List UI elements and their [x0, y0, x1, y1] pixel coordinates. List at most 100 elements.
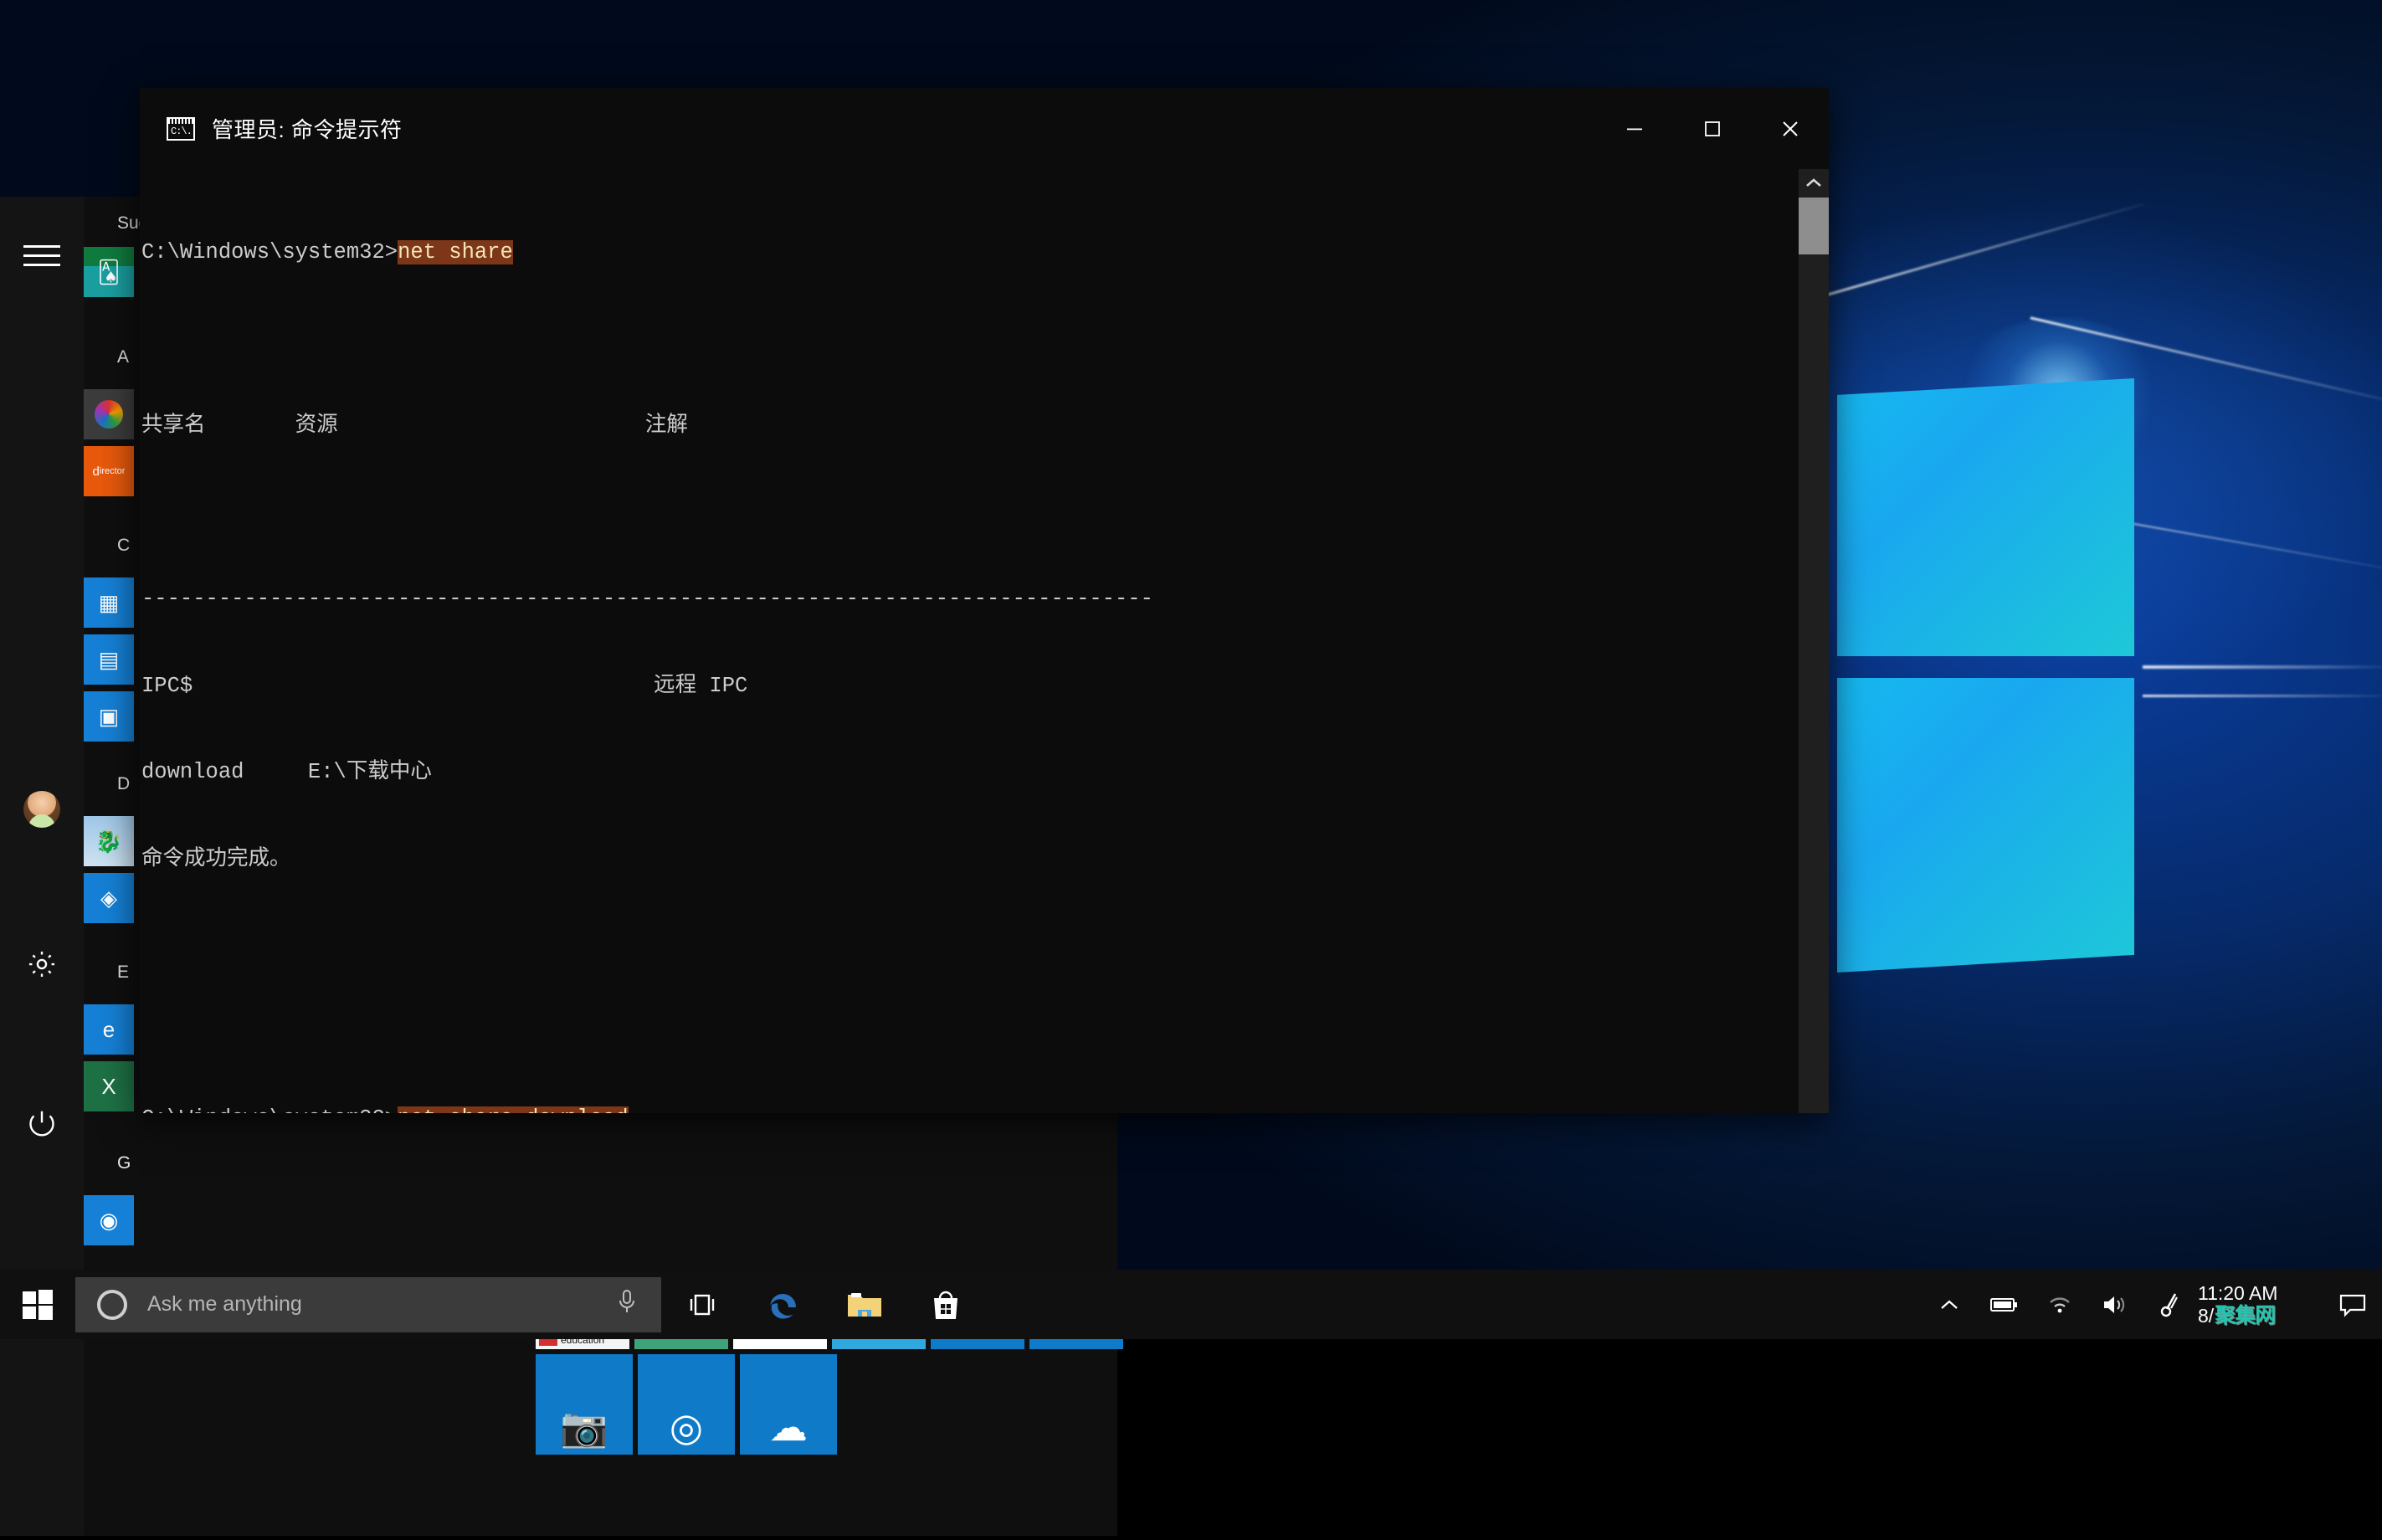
- console-line: [140, 499, 1153, 528]
- console-line: IPC$ 远程 IPC: [140, 672, 1153, 701]
- console-scrollbar[interactable]: [1799, 169, 1829, 1113]
- command-prompt-icon: C:\.: [167, 117, 195, 141]
- power-icon: [27, 1108, 57, 1138]
- alpha-heading-d: D: [117, 774, 130, 794]
- volume-button[interactable]: [2087, 1270, 2143, 1339]
- console-line: C:\Windows\system32>net share download: [140, 1105, 1153, 1113]
- console-command-selected: net share download: [398, 1106, 628, 1113]
- pen-workspace-button[interactable]: [2143, 1270, 2198, 1339]
- command-prompt-window[interactable]: C:\. 管理员: 命令提示符 C:\Windows\system32>net …: [140, 88, 1829, 1113]
- wallpaper-logo-pane: [1837, 678, 2134, 973]
- camera-icon: 📷: [560, 1408, 608, 1446]
- groove-music-icon: ◎: [670, 1408, 703, 1446]
- list-item[interactable]: [84, 389, 134, 439]
- list-item[interactable]: director: [84, 446, 134, 496]
- list-item[interactable]: ▤: [84, 634, 134, 685]
- excel-icon: X: [84, 1061, 134, 1111]
- taskbar[interactable]: Ask me anything: [0, 1270, 2382, 1339]
- show-hidden-icons-button[interactable]: [1922, 1270, 1977, 1339]
- store-button[interactable]: [905, 1270, 986, 1339]
- console-output-area[interactable]: C:\Windows\system32>net share 共享名 资源 注解 …: [140, 169, 1829, 1113]
- store-icon: [931, 1288, 961, 1322]
- wifi-icon: [2047, 1295, 2072, 1315]
- camera-tile[interactable]: 📷: [536, 1354, 633, 1455]
- hamburger-menu-icon[interactable]: [23, 245, 60, 267]
- cortana-circle-icon: [97, 1290, 127, 1320]
- alpha-heading-e: E: [117, 963, 129, 983]
- file-explorer-button[interactable]: [824, 1270, 905, 1339]
- scroll-up-button[interactable]: [1799, 169, 1829, 198]
- gear-icon: [26, 948, 58, 980]
- microphone-icon[interactable]: [618, 1288, 636, 1321]
- groove-music-tile[interactable]: ◎: [638, 1354, 735, 1455]
- window-title: 管理员: 命令提示符: [212, 113, 402, 144]
- list-item[interactable]: 🂡: [84, 247, 134, 297]
- clock-time: 11:20 AM: [2198, 1282, 2277, 1305]
- alpha-heading-g: G: [117, 1153, 131, 1173]
- console-text: C:\Windows\system32>net share 共享名 资源 注解 …: [140, 169, 1153, 1113]
- edge-button[interactable]: [742, 1270, 824, 1339]
- dragon-game-icon: 🐉: [84, 816, 134, 866]
- search-placeholder: Ask me anything: [147, 1292, 302, 1317]
- calculator-icon: ▦: [84, 578, 134, 628]
- list-item[interactable]: ◉: [84, 1195, 134, 1245]
- wallpaper-beam: [2143, 665, 2382, 669]
- wallpaper-logo-pane: [1837, 378, 2134, 656]
- battery-button[interactable]: [1977, 1270, 2032, 1339]
- scroll-up-arrow-icon: [1805, 177, 1822, 189]
- edge-icon: e: [84, 1004, 134, 1055]
- system-tray[interactable]: 11:20 AM 8/ 聚集网: [1922, 1270, 2382, 1339]
- task-view-button[interactable]: [661, 1270, 742, 1339]
- wifi-button[interactable]: [2032, 1270, 2087, 1339]
- microsoft-solitaire-icon: 🂡: [84, 247, 134, 297]
- scrollbar-thumb[interactable]: [1799, 198, 1829, 254]
- list-item[interactable]: 🐉: [84, 816, 134, 866]
- command-prompt-icon-text: C:\.: [168, 126, 192, 139]
- console-line: 共享名 资源 注解: [140, 412, 1153, 441]
- volume-icon: [2102, 1294, 2128, 1316]
- calendar-icon: ▤: [84, 634, 134, 685]
- battery-icon: [1990, 1296, 2019, 1313]
- edge-icon: [766, 1287, 801, 1322]
- list-item[interactable]: ▣: [84, 691, 134, 742]
- close-icon: [1779, 117, 1802, 141]
- window-title-bar[interactable]: C:\. 管理员: 命令提示符: [140, 88, 1829, 169]
- dropbox-icon: ◈: [84, 873, 134, 923]
- avatar[interactable]: [15, 783, 69, 836]
- onedrive-tile[interactable]: ☁: [740, 1354, 837, 1455]
- minimize-button[interactable]: [1595, 88, 1673, 169]
- wallpaper-beam: [2143, 695, 2382, 697]
- minimize-icon: [1624, 118, 1645, 140]
- site-watermark: 聚集网: [2215, 1305, 2275, 1327]
- console-line: [140, 326, 1153, 355]
- action-center-button[interactable]: [2323, 1270, 2382, 1339]
- onedrive-icon: ☁: [769, 1408, 808, 1446]
- list-item[interactable]: ◈: [84, 873, 134, 923]
- power-button[interactable]: [15, 1096, 69, 1150]
- alpha-heading-c: C: [117, 536, 130, 556]
- maximize-icon: [1702, 118, 1723, 140]
- close-button[interactable]: [1751, 88, 1829, 169]
- file-explorer-icon: [846, 1290, 883, 1320]
- alpha-heading-a: A: [117, 347, 129, 367]
- console-command-selected: net share: [398, 240, 513, 264]
- groove-music-icon: ◉: [84, 1195, 134, 1245]
- start-button[interactable]: [0, 1270, 75, 1339]
- list-item[interactable]: e: [84, 1004, 134, 1055]
- console-prompt: C:\Windows\system32>: [141, 1106, 398, 1113]
- action-center-icon: [2338, 1292, 2367, 1317]
- search-input[interactable]: Ask me anything: [75, 1277, 661, 1332]
- task-view-icon: [687, 1292, 717, 1317]
- settings-button[interactable]: [15, 937, 69, 991]
- console-line: [140, 1019, 1153, 1048]
- clock-date: 8/ 聚集网: [2198, 1305, 2275, 1327]
- maximize-button[interactable]: [1673, 88, 1751, 169]
- clock-date-prefix: 8/: [2198, 1305, 2214, 1327]
- adobe-director-icon: director: [84, 446, 134, 496]
- console-line: 命令成功完成。: [140, 845, 1153, 875]
- console-line-separator: ----------------------------------------…: [140, 585, 1153, 614]
- console-prompt: C:\Windows\system32>: [141, 240, 398, 264]
- list-item[interactable]: ▦: [84, 578, 134, 628]
- clock[interactable]: 11:20 AM 8/ 聚集网: [2198, 1270, 2323, 1339]
- console-line: download E:\下载中心: [140, 758, 1153, 788]
